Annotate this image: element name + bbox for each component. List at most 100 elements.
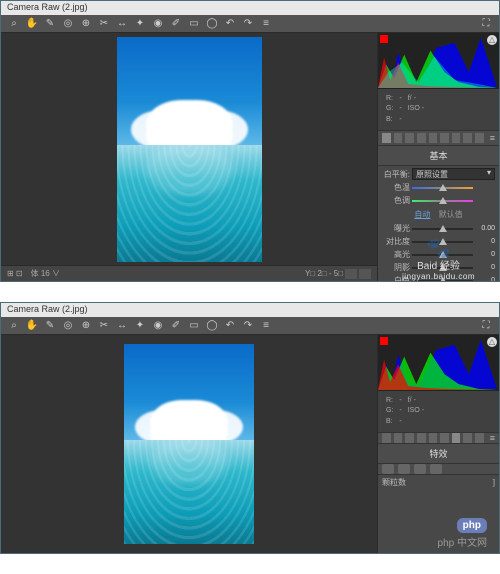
panel-menu-icon[interactable]: ≡: [490, 133, 495, 143]
spot-removal-icon[interactable]: ✦: [133, 319, 147, 333]
tab-fx[interactable]: [452, 133, 461, 143]
panel-menu-icon[interactable]: ≡: [490, 433, 495, 443]
fx-fn-4[interactable]: [430, 464, 442, 474]
tint-slider[interactable]: [412, 197, 473, 205]
image-canvas[interactable]: [1, 33, 377, 265]
temp-slider[interactable]: [412, 184, 473, 192]
zoom-tool-icon[interactable]: ⌕: [7, 17, 21, 31]
fx-fn-3[interactable]: [414, 464, 426, 474]
radial-filter-icon[interactable]: ◯: [205, 319, 219, 333]
fullscreen-icon[interactable]: ⛶: [479, 319, 493, 333]
tab-detail[interactable]: [405, 433, 414, 443]
crop-tool-icon[interactable]: ✂: [97, 17, 111, 31]
redeye-tool-icon[interactable]: ◉: [151, 319, 165, 333]
info-readout: R:- f/ - G:- ISO - B:-: [378, 89, 499, 130]
targeted-adjust-icon[interactable]: ⊕: [79, 319, 93, 333]
targeted-adjust-icon[interactable]: ⊕: [79, 17, 93, 31]
tab-lens[interactable]: [440, 133, 449, 143]
highlight-clip-indicator[interactable]: △: [487, 337, 497, 347]
prefs-icon[interactable]: ≡: [259, 17, 273, 31]
grain-section: 颗粒数 ]: [378, 475, 499, 490]
bracket-icon: ]: [493, 478, 495, 487]
fx-fn-1[interactable]: [382, 464, 394, 474]
window-titlebar: Camera Raw (2.jpg): [1, 1, 499, 15]
tab-detail[interactable]: [405, 133, 414, 143]
histogram[interactable]: △: [378, 33, 499, 89]
rotate-right-icon[interactable]: ↷: [241, 17, 255, 31]
fx-function-row: [378, 464, 499, 475]
wb-dropdown[interactable]: 原照设置: [412, 168, 495, 180]
toolbar: ⌕ ✋ ✎ ◎ ⊕ ✂ ↔ ✦ ◉ ✐ ▭ ◯ ↶ ↷ ≡ ⛶: [1, 15, 499, 33]
straighten-tool-icon[interactable]: ↔: [115, 319, 129, 333]
auto-link[interactable]: 自动: [414, 210, 430, 219]
tab-split[interactable]: [429, 433, 438, 443]
status-button-2[interactable]: [359, 269, 371, 279]
exposure-label: 曝光: [382, 223, 410, 234]
zoom-tool-icon[interactable]: ⌕: [7, 319, 21, 333]
exposure-slider[interactable]: [412, 225, 473, 233]
tab-preset[interactable]: [475, 133, 484, 143]
fx-fn-2[interactable]: [398, 464, 410, 474]
tab-hsl[interactable]: [417, 133, 426, 143]
straighten-tool-icon[interactable]: ↔: [115, 17, 129, 31]
tab-split[interactable]: [429, 133, 438, 143]
temp-label: 色温: [382, 182, 410, 193]
radial-filter-icon[interactable]: ◯: [205, 17, 219, 31]
wb-label: 白平衡:: [382, 169, 410, 180]
histogram[interactable]: △: [378, 335, 499, 391]
php-badge: php: [457, 518, 487, 533]
rotate-right-icon[interactable]: ↷: [241, 319, 255, 333]
redeye-tool-icon[interactable]: ◉: [151, 17, 165, 31]
hand-tool-icon[interactable]: ✋: [25, 319, 39, 333]
camera-raw-window-effects: Camera Raw (2.jpg) ⌕ ✋ ✎ ◎ ⊕ ✂ ↔ ✦ ◉ ✐ ▭…: [0, 302, 500, 554]
panel-title: 特效: [378, 444, 499, 464]
tab-hsl[interactable]: [417, 433, 426, 443]
tab-fx[interactable]: [452, 433, 461, 443]
panel-tabs: ≡: [378, 432, 499, 444]
shadow-clip-indicator[interactable]: [380, 35, 388, 43]
window-titlebar: Camera Raw (2.jpg): [1, 303, 499, 317]
tab-curve[interactable]: [394, 133, 403, 143]
shadows-value: 0: [475, 264, 495, 271]
highlights-value: 0: [475, 251, 495, 258]
view-mode-icon[interactable]: ⊞ ⊡: [7, 269, 23, 278]
spot-removal-icon[interactable]: ✦: [133, 17, 147, 31]
graduated-filter-icon[interactable]: ▭: [187, 17, 201, 31]
tint-label: 色调: [382, 195, 410, 206]
default-link[interactable]: 默认值: [439, 210, 463, 219]
shadow-clip-indicator[interactable]: [380, 337, 388, 345]
php-text: php 中文网: [438, 534, 487, 549]
status-button-1[interactable]: [345, 269, 357, 279]
adjustment-brush-icon[interactable]: ✐: [169, 319, 183, 333]
color-sampler-icon[interactable]: ◎: [61, 319, 75, 333]
contrast-value: 0: [475, 238, 495, 245]
status-right: Y□ 2□ - 5□: [305, 269, 343, 278]
fullscreen-icon[interactable]: ⛶: [479, 17, 493, 31]
wb-eyedropper-icon[interactable]: ✎: [43, 319, 57, 333]
color-sampler-icon[interactable]: ◎: [61, 17, 75, 31]
tab-preset[interactable]: [475, 433, 484, 443]
highlight-clip-indicator[interactable]: △: [487, 35, 497, 45]
rotate-left-icon[interactable]: ↶: [223, 319, 237, 333]
tab-basic[interactable]: [382, 433, 391, 443]
toolbar: ⌕ ✋ ✎ ◎ ⊕ ✂ ↔ ✦ ◉ ✐ ▭ ◯ ↶ ↷ ≡ ⛶: [1, 317, 499, 335]
graduated-filter-icon[interactable]: ▭: [187, 319, 201, 333]
whites-value: 0: [475, 277, 495, 281]
tab-calib[interactable]: [463, 133, 472, 143]
prefs-icon[interactable]: ≡: [259, 319, 273, 333]
rotate-left-icon[interactable]: ↶: [223, 17, 237, 31]
tab-curve[interactable]: [394, 433, 403, 443]
zoom-level[interactable]: 体 16 ∨: [31, 268, 60, 279]
crop-tool-icon[interactable]: ✂: [97, 319, 111, 333]
adjustment-brush-icon[interactable]: ✐: [169, 17, 183, 31]
tab-basic[interactable]: [382, 133, 391, 143]
paw-icon: 🐾: [402, 241, 475, 257]
hand-tool-icon[interactable]: ✋: [25, 17, 39, 31]
status-bar: ⊞ ⊡ 体 16 ∨ Y□ 2□ - 5□: [1, 265, 377, 281]
wb-eyedropper-icon[interactable]: ✎: [43, 17, 57, 31]
tab-lens[interactable]: [440, 433, 449, 443]
tab-calib[interactable]: [463, 433, 472, 443]
workarea: △ R:- f/ - G:- ISO - B:-: [1, 335, 499, 553]
preview-image: [117, 37, 262, 262]
image-canvas[interactable]: [1, 335, 377, 553]
